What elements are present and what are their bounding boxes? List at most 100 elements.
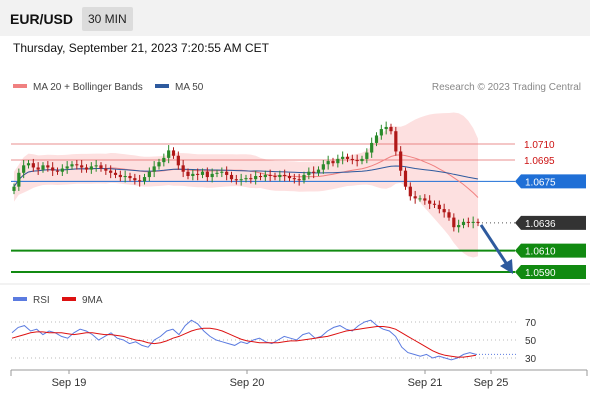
rsi-legend-label: RSI bbox=[33, 295, 50, 306]
ma20-legend-swatch bbox=[13, 84, 27, 88]
candle-body bbox=[225, 171, 229, 175]
candle-body bbox=[17, 172, 21, 187]
candle-body bbox=[229, 174, 234, 180]
candle-body bbox=[292, 178, 296, 180]
candle-body bbox=[89, 166, 93, 170]
candle-body bbox=[142, 177, 147, 182]
candle-body bbox=[60, 168, 64, 172]
candle-body bbox=[65, 166, 69, 169]
candle-body bbox=[423, 198, 427, 201]
candle-body bbox=[55, 170, 60, 172]
candle-body bbox=[283, 174, 287, 176]
candle-body bbox=[408, 186, 412, 197]
candle-body bbox=[26, 163, 31, 166]
candle-body bbox=[99, 165, 103, 169]
candle-body bbox=[345, 156, 350, 159]
candle-body bbox=[157, 162, 161, 167]
candle-body bbox=[94, 165, 98, 167]
candle-body bbox=[389, 126, 393, 132]
candle-body bbox=[80, 165, 84, 168]
candle-body bbox=[374, 135, 379, 143]
candle-body bbox=[403, 170, 408, 187]
candle-body bbox=[316, 169, 321, 173]
ma20-legend-label: MA 20 + Bollinger Bands bbox=[33, 82, 143, 93]
candle-body bbox=[249, 178, 253, 180]
time-tick-label: Sep 19 bbox=[52, 377, 87, 389]
candle-body bbox=[355, 160, 359, 162]
candle-body bbox=[365, 152, 369, 159]
candle-body bbox=[118, 174, 122, 178]
forecast-arrow-shaft bbox=[479, 224, 510, 267]
candle-body bbox=[384, 126, 388, 130]
candle-body bbox=[186, 171, 190, 176]
candle-body bbox=[176, 155, 180, 166]
candle-body bbox=[428, 200, 432, 204]
candle-body bbox=[210, 173, 214, 178]
candle-body bbox=[104, 168, 108, 171]
candle-body bbox=[171, 150, 176, 156]
candle-body bbox=[370, 142, 374, 153]
candle-body bbox=[196, 173, 200, 175]
bollinger-band bbox=[14, 112, 478, 258]
time-tick-label: Sep 25 bbox=[474, 377, 509, 389]
candle-body bbox=[12, 186, 16, 191]
forecast-arrow bbox=[479, 224, 513, 274]
candle-body bbox=[181, 165, 185, 172]
ma50-legend-swatch bbox=[155, 84, 169, 88]
rsi-tick-label-30: 30 bbox=[525, 354, 537, 365]
candle-body bbox=[287, 176, 292, 179]
candle-body bbox=[41, 165, 45, 170]
rsi-tick-label-50: 50 bbox=[525, 336, 537, 347]
rsi-ma-legend-swatch bbox=[62, 297, 76, 301]
candle bbox=[394, 126, 398, 156]
candle-body bbox=[263, 174, 267, 178]
ma50-legend-label: MA 50 bbox=[175, 82, 204, 93]
candle-body bbox=[152, 166, 156, 172]
candle-body bbox=[307, 171, 311, 175]
candle-body bbox=[418, 198, 422, 200]
candle bbox=[403, 167, 408, 190]
time-tick-label: Sep 21 bbox=[408, 377, 443, 389]
time-axis: Sep 19 Sep 20 Sep 21 Sep 25 bbox=[10, 369, 588, 389]
candle-body bbox=[200, 171, 205, 175]
candle-body bbox=[128, 176, 132, 179]
candle-body bbox=[22, 165, 26, 173]
rsi-ma-legend-label: 9MA bbox=[82, 295, 103, 306]
candle-body bbox=[442, 209, 446, 213]
candle-body bbox=[341, 156, 345, 159]
rsi-tick-label-70: 70 bbox=[525, 318, 537, 329]
support-label-4: 1.0610 bbox=[525, 247, 556, 258]
candle-body bbox=[84, 167, 89, 170]
candle-body bbox=[258, 176, 263, 178]
candle-body bbox=[205, 171, 209, 178]
pivot-label: 1.0675 bbox=[525, 177, 556, 188]
candle-body bbox=[31, 163, 35, 168]
candle-body bbox=[36, 167, 40, 170]
candle-body bbox=[273, 176, 277, 178]
candle-body bbox=[75, 164, 79, 166]
candle-body bbox=[220, 171, 224, 173]
candle-body bbox=[133, 178, 137, 181]
candle-body bbox=[379, 129, 383, 136]
candle-body bbox=[394, 131, 398, 152]
time-axis-ticks: Sep 19 Sep 20 Sep 21 Sep 25 bbox=[52, 370, 509, 389]
candle-body bbox=[162, 157, 166, 163]
candle-body bbox=[461, 221, 466, 226]
candle-body bbox=[331, 161, 335, 164]
candle-body bbox=[452, 217, 456, 228]
price-chart: 1.0710 1.0695 1.0675 1.0636 1.0610 1.0590 MA … bbox=[0, 82, 590, 389]
candle-body bbox=[46, 165, 50, 168]
candle-body bbox=[113, 172, 118, 175]
candle-body bbox=[413, 196, 417, 199]
candle-body bbox=[457, 225, 461, 228]
candle-body bbox=[447, 212, 451, 218]
resistance-label-0: 1.0710 bbox=[524, 140, 555, 151]
rsi-legend-swatch bbox=[13, 297, 27, 301]
candle-body bbox=[51, 167, 55, 171]
candle-body bbox=[297, 179, 301, 181]
candle-body bbox=[239, 179, 243, 181]
candle-body bbox=[336, 158, 340, 164]
candle-body bbox=[432, 203, 437, 205]
candle-body bbox=[70, 164, 74, 167]
candle-body bbox=[147, 171, 151, 178]
